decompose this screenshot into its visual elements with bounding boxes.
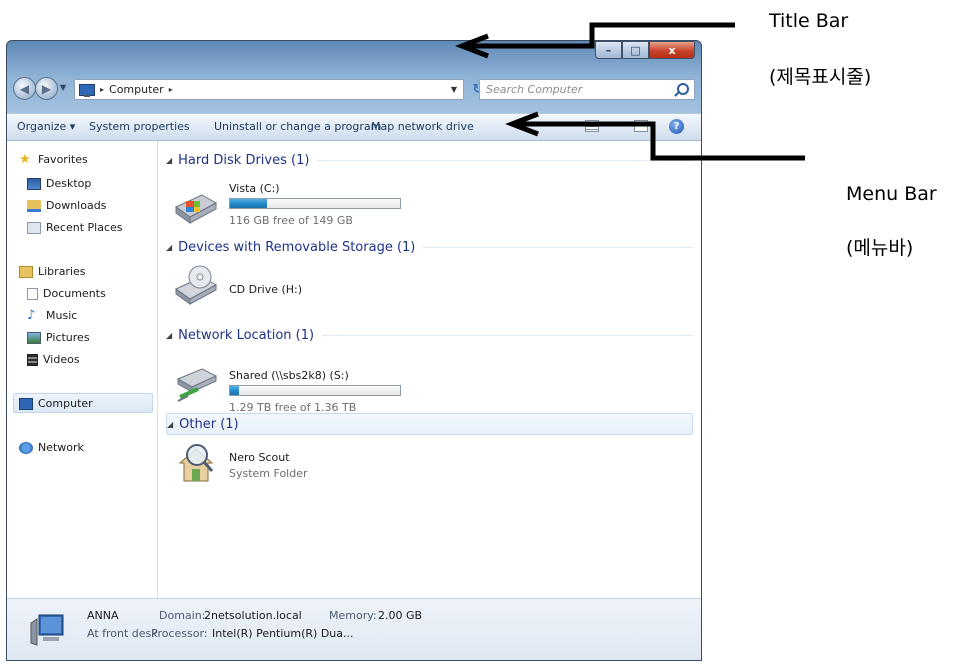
menu-bar-arrow bbox=[505, 111, 805, 161]
annotation-arrows bbox=[455, 22, 805, 161]
annotation-menu-bar-korean: (메뉴바) bbox=[846, 237, 914, 259]
annotation-title-bar: Title Bar bbox=[769, 10, 849, 32]
annotation-title-bar-korean: (제목표시줄) bbox=[769, 66, 872, 88]
annotation-menu-bar: Menu Bar bbox=[846, 183, 937, 205]
title-bar-arrow bbox=[455, 22, 735, 59]
